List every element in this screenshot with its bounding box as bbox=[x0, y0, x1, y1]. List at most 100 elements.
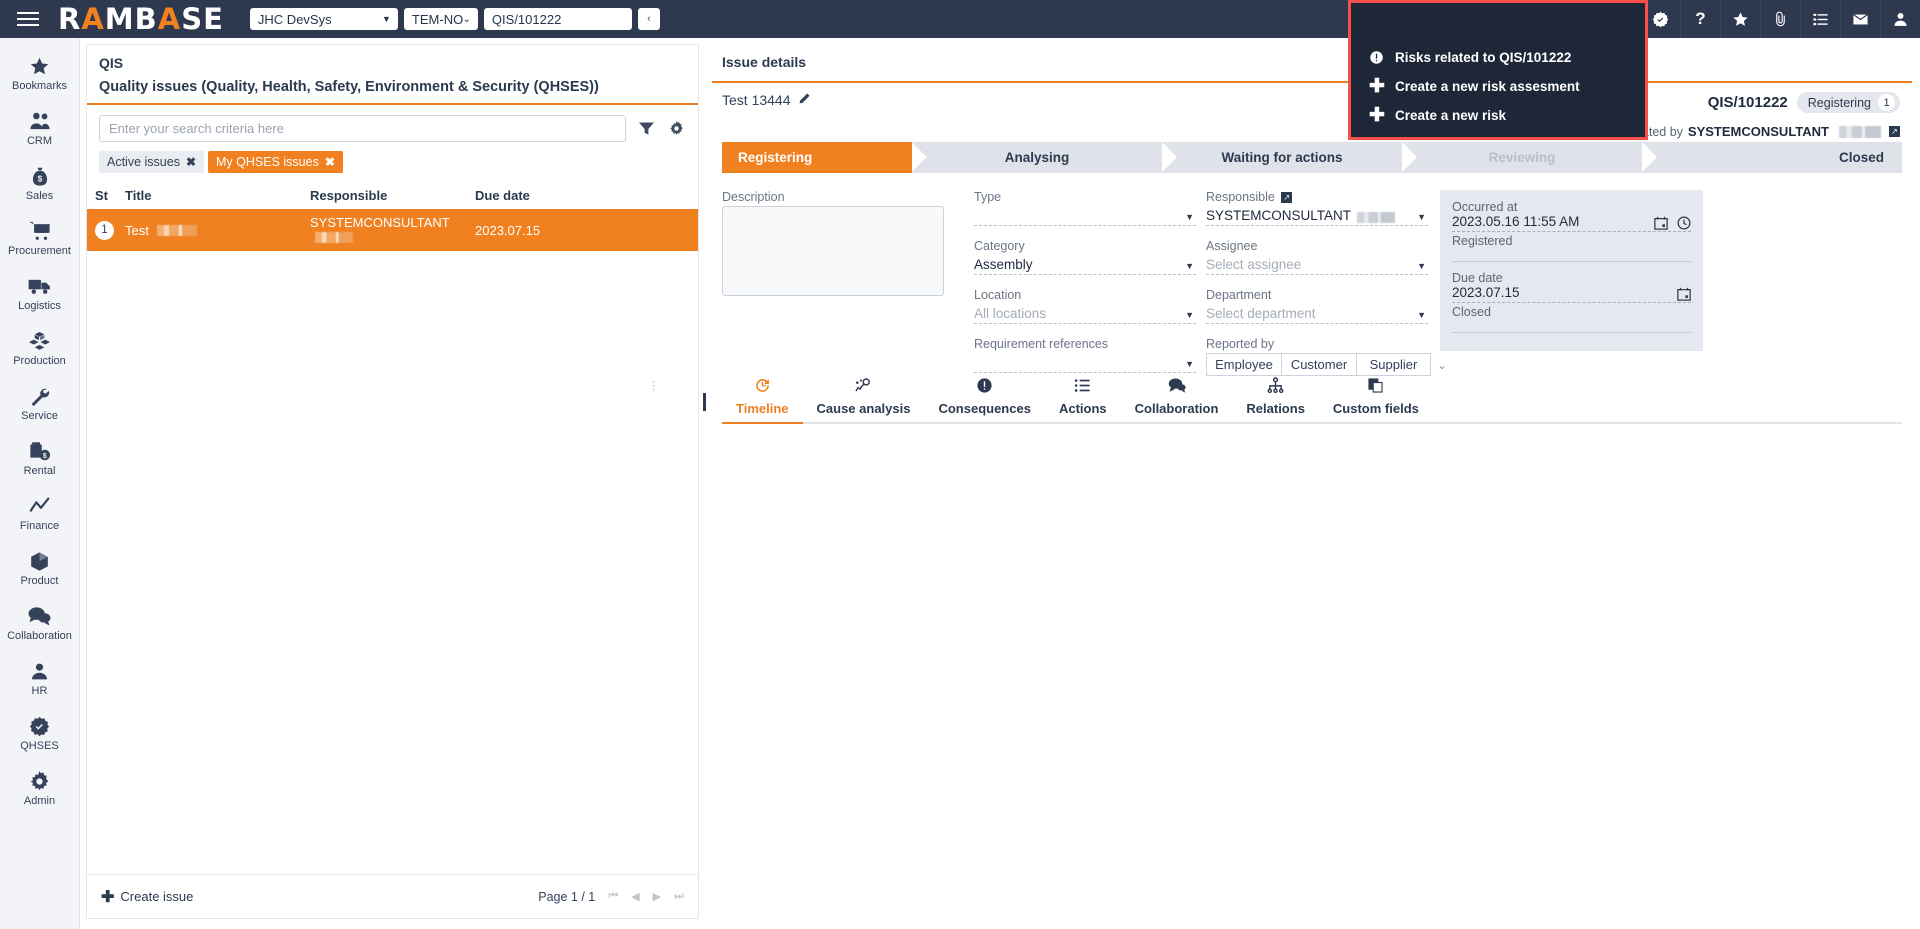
external-link-icon[interactable]: ↗ bbox=[1281, 192, 1292, 203]
pencil-icon[interactable] bbox=[798, 92, 810, 108]
reported-by-employee[interactable]: Employee bbox=[1206, 353, 1281, 376]
occurred-at-label: Occurred at bbox=[1452, 200, 1691, 214]
create-issue-button[interactable]: ✚ Create issue bbox=[101, 887, 193, 907]
sidebar-item-admin[interactable]: Admin bbox=[0, 761, 80, 816]
tab-label: Actions bbox=[1059, 401, 1107, 416]
menu-item-create-risk-assessment[interactable]: ✚ Create a new risk assesment bbox=[1351, 72, 1645, 101]
external-link-icon[interactable]: ↗ bbox=[1889, 126, 1900, 137]
first-page-icon[interactable]: ⏮ bbox=[608, 890, 618, 903]
sidebar-item-sales[interactable]: $ Sales bbox=[0, 156, 80, 211]
user-account-icon-button[interactable] bbox=[1880, 0, 1920, 38]
tab-collaboration[interactable]: Collaboration bbox=[1121, 374, 1233, 422]
workflow-step-reviewing[interactable]: Reviewing bbox=[1402, 142, 1642, 173]
sidebar-item-product[interactable]: Product bbox=[0, 541, 80, 596]
dates-info-card: Occurred at 2023.05.16 11:55 AM Register… bbox=[1440, 190, 1703, 351]
sidebar-item-hr[interactable]: HR bbox=[0, 651, 80, 706]
chat-icon bbox=[28, 605, 51, 627]
detail-tabs: Timeline Cause analysis Consequences Act… bbox=[722, 374, 1902, 424]
chevron-down-icon[interactable]: ▼ bbox=[1417, 310, 1426, 320]
category-value: Assembly bbox=[974, 257, 1033, 272]
workflow-step-waiting-for-actions[interactable]: Waiting for actions bbox=[1162, 142, 1402, 173]
search-input[interactable] bbox=[99, 115, 626, 142]
menu-item-create-risk[interactable]: ✚ Create a new risk bbox=[1351, 101, 1645, 130]
company-select[interactable]: JHC DevSys ▼ bbox=[250, 8, 398, 30]
sidebar-item-qhses[interactable]: QHSES bbox=[0, 706, 80, 761]
table-row[interactable]: 1 Test SYSTEMCONSULTANT 2023.07.15 bbox=[87, 209, 698, 251]
assignee-field[interactable]: Assignee Select assignee ▼ ✖ bbox=[1206, 239, 1428, 275]
description-input[interactable] bbox=[722, 206, 944, 296]
close-icon[interactable]: ✖ bbox=[325, 155, 335, 169]
menu-hamburger-icon[interactable] bbox=[0, 12, 56, 26]
help-icon-button[interactable]: ? bbox=[1680, 0, 1720, 38]
tab-consequences[interactable]: Consequences bbox=[924, 374, 1044, 422]
expand-more-icon[interactable]: ⌄ bbox=[1437, 358, 1447, 372]
chip-my-qhses-issues[interactable]: My QHSES issues ✖ bbox=[208, 151, 343, 173]
truck-icon bbox=[28, 275, 51, 297]
chevron-down-icon[interactable]: ▼ bbox=[1185, 212, 1194, 222]
next-page-icon[interactable]: ▶ bbox=[653, 890, 661, 903]
chip-active-issues[interactable]: Active issues ✖ bbox=[99, 151, 204, 173]
status-label: Registering bbox=[1808, 96, 1871, 110]
menu-item-risks-related[interactable]: Risks related to QIS/101222 bbox=[1351, 43, 1645, 72]
category-field[interactable]: Category Assembly ▼ bbox=[974, 239, 1196, 275]
occurred-at-row: Occurred at 2023.05.16 11:55 AM Register… bbox=[1452, 200, 1691, 248]
reported-by-supplier[interactable]: Supplier bbox=[1356, 353, 1431, 376]
messages-envelope-icon-button[interactable] bbox=[1840, 0, 1880, 38]
sidebar-item-rental[interactable]: $ Rental bbox=[0, 431, 80, 486]
chevron-down-icon[interactable]: ▼ bbox=[1185, 261, 1194, 271]
sidebar-item-collaboration[interactable]: Collaboration bbox=[0, 596, 80, 651]
attachment-paperclip-icon-button[interactable] bbox=[1760, 0, 1800, 38]
workflow-step-closed[interactable]: Closed bbox=[1642, 142, 1902, 173]
last-page-icon[interactable]: ⏭ bbox=[674, 890, 684, 903]
location-field[interactable]: Location All locations ▼ bbox=[974, 288, 1196, 324]
sidebar-item-label: Rental bbox=[24, 465, 56, 477]
tab-custom-fields[interactable]: Custom fields bbox=[1319, 374, 1433, 422]
reported-by-customer[interactable]: Customer bbox=[1281, 353, 1356, 376]
tasklist-icon-button[interactable] bbox=[1800, 0, 1840, 38]
responsible-value: SYSTEMCONSULTANT bbox=[1206, 208, 1351, 223]
region-select[interactable]: TEM-NO ⌄ bbox=[404, 8, 478, 30]
clock-icon[interactable] bbox=[1677, 216, 1691, 235]
status-badge[interactable]: Registering 1 bbox=[1797, 92, 1900, 113]
sidebar-item-bookmarks[interactable]: Bookmarks bbox=[0, 46, 80, 101]
create-issue-label: Create issue bbox=[120, 889, 193, 904]
chevron-down-icon[interactable]: ▼ bbox=[1185, 359, 1194, 369]
sidebar-item-label: Production bbox=[13, 355, 66, 367]
drag-handle-dots[interactable]: ⋮ bbox=[648, 385, 659, 388]
back-button[interactable]: ‹ bbox=[638, 8, 660, 30]
type-field[interactable]: Type ▼ bbox=[974, 190, 1196, 226]
risk-dropdown-menu[interactable]: Risks related to QIS/101222 ✚ Create a n… bbox=[1348, 0, 1648, 140]
calendar-icon[interactable] bbox=[1654, 216, 1668, 235]
tab-actions[interactable]: Actions bbox=[1045, 374, 1121, 422]
plus-icon: ✚ bbox=[1369, 77, 1395, 96]
requirement-references-field[interactable]: Requirement references ▼ bbox=[974, 337, 1196, 373]
department-field[interactable]: Department Select department ▼ bbox=[1206, 288, 1428, 324]
document-search-input[interactable]: QIS/101222 bbox=[484, 8, 632, 30]
workflow-step-registering[interactable]: Registering bbox=[722, 142, 912, 173]
calendar-icon[interactable] bbox=[1677, 287, 1691, 306]
chevron-down-icon[interactable]: ▼ bbox=[1417, 261, 1426, 271]
sidebar-item-procurement[interactable]: Procurement bbox=[0, 211, 80, 266]
filter-icon[interactable] bbox=[636, 118, 656, 140]
responsible-field[interactable]: Responsible ↗ SYSTEMCONSULTANT ▼ ✖ bbox=[1206, 190, 1428, 226]
panel-splitter[interactable] bbox=[703, 393, 706, 411]
close-icon[interactable]: ✖ bbox=[186, 155, 196, 169]
sidebar-item-logistics[interactable]: Logistics bbox=[0, 266, 80, 321]
closed-label: Closed bbox=[1452, 305, 1691, 319]
sidebar-item-service[interactable]: Service bbox=[0, 376, 80, 431]
previous-page-icon[interactable]: ◀ bbox=[631, 890, 639, 903]
sidebar-item-production[interactable]: Production bbox=[0, 321, 80, 376]
sidebar-item-label: CRM bbox=[27, 135, 52, 147]
badge-check-icon bbox=[29, 715, 50, 737]
chevron-down-icon[interactable]: ▼ bbox=[1185, 310, 1194, 320]
assignee-value: Select assignee bbox=[1206, 257, 1301, 272]
workflow-step-analysing[interactable]: Analysing bbox=[912, 142, 1162, 173]
tab-timeline[interactable]: Timeline bbox=[722, 374, 803, 422]
sidebar-item-finance[interactable]: Finance bbox=[0, 486, 80, 541]
tab-cause-analysis[interactable]: Cause analysis bbox=[803, 374, 925, 422]
gear-icon[interactable] bbox=[666, 118, 686, 140]
favorites-star-icon-button[interactable] bbox=[1720, 0, 1760, 38]
chevron-down-icon[interactable]: ▼ bbox=[1417, 212, 1426, 222]
sidebar-item-crm[interactable]: CRM bbox=[0, 101, 80, 156]
tab-relations[interactable]: Relations bbox=[1232, 374, 1319, 422]
